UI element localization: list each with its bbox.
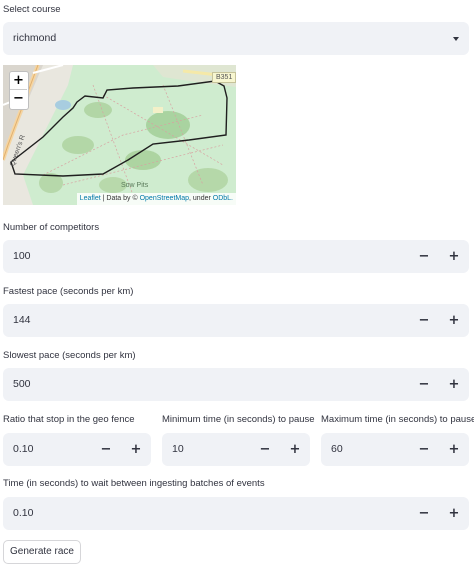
increment-button[interactable]: + <box>439 433 469 466</box>
course-select[interactable]: richmond <box>3 22 469 55</box>
course-map[interactable]: B351 + − Queen's R Sow Pits Leaflet | Da… <box>3 65 236 205</box>
competitors-input[interactable]: 100 − + <box>3 240 469 273</box>
decrement-button[interactable]: − <box>409 240 439 273</box>
ratio-label: Ratio that stop in the geo fence <box>3 414 135 425</box>
zoom-out-button[interactable]: − <box>10 90 27 108</box>
map-zoom-control: + − <box>9 71 29 110</box>
slowest-pace-input[interactable]: 500 − + <box>3 368 469 401</box>
increment-button[interactable]: + <box>121 433 151 466</box>
ratio-input[interactable]: 0.10 − + <box>3 433 151 466</box>
min-pause-input[interactable]: 10 − + <box>162 433 310 466</box>
decrement-button[interactable]: − <box>409 304 439 337</box>
decrement-button[interactable]: − <box>409 497 439 530</box>
increment-button[interactable]: + <box>280 433 310 466</box>
chevron-down-icon <box>453 37 459 41</box>
wait-time-label: Time (in seconds) to wait between ingest… <box>3 478 265 489</box>
decrement-button[interactable]: − <box>409 368 439 401</box>
min-pause-label: Minimum time (in seconds) to pause <box>162 414 315 425</box>
increment-button[interactable]: + <box>439 240 469 273</box>
leaflet-link[interactable]: Leaflet <box>80 195 101 202</box>
max-pause-label: Maximum time (in seconds) to pause <box>321 414 474 425</box>
attribution-text: | Data by © <box>100 195 140 202</box>
min-pause-value: 10 <box>172 443 184 455</box>
slowest-pace-value: 500 <box>13 378 31 390</box>
select-course-label: Select course <box>3 4 61 15</box>
decrement-button[interactable]: − <box>250 433 280 466</box>
attribution-text-under: , under <box>189 195 213 202</box>
fastest-pace-value: 144 <box>13 314 31 326</box>
road-label-b351: B351 <box>212 72 236 83</box>
osm-link[interactable]: OpenStreetMap <box>140 195 189 202</box>
place-label: Sow Pits <box>121 182 149 189</box>
max-pause-input[interactable]: 60 − + <box>321 433 469 466</box>
generate-race-button[interactable]: Generate race <box>3 540 81 564</box>
increment-button[interactable]: + <box>439 368 469 401</box>
course-select-value: richmond <box>13 32 57 44</box>
odbl-link[interactable]: ODbL. <box>213 195 233 202</box>
increment-button[interactable]: + <box>439 304 469 337</box>
increment-button[interactable]: + <box>439 497 469 530</box>
competitors-value: 100 <box>13 250 31 262</box>
slowest-pace-label: Slowest pace (seconds per km) <box>3 350 136 361</box>
competitors-label: Number of competitors <box>3 222 100 233</box>
wait-time-input[interactable]: 0.10 − + <box>3 497 469 530</box>
decrement-button[interactable]: − <box>91 433 121 466</box>
fastest-pace-label: Fastest pace (seconds per km) <box>3 286 134 297</box>
ratio-value: 0.10 <box>13 443 34 455</box>
fastest-pace-input[interactable]: 144 − + <box>3 304 469 337</box>
zoom-in-button[interactable]: + <box>10 72 27 90</box>
map-attribution: Leaflet | Data by © OpenStreetMap, under… <box>76 193 236 205</box>
wait-time-value: 0.10 <box>13 507 34 519</box>
max-pause-value: 60 <box>331 443 343 455</box>
map-tiles <box>3 65 236 205</box>
decrement-button[interactable]: − <box>409 433 439 466</box>
